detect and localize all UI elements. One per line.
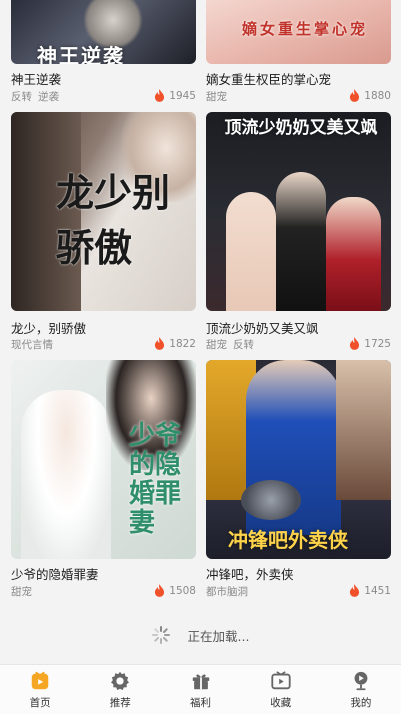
drama-card[interactable]: 神王逆袭 神王逆袭 反转 逆袭 1945 (11, 0, 196, 103)
drama-card[interactable]: 冲锋吧外卖侠 冲锋吧，外卖侠 都市脑洞 1451 (206, 360, 391, 598)
drama-tags: 甜宠 (206, 89, 233, 104)
drama-card[interactable]: 嫡女重生掌心宠 嫡女重生权臣的掌心宠 甜宠 1880 (206, 0, 391, 103)
drama-title[interactable]: 龙少，别骄傲 (11, 318, 86, 337)
flame-icon (350, 584, 360, 597)
heat-count: 1725 (349, 337, 391, 350)
tag: 现代言情 (11, 339, 53, 351)
drama-title[interactable]: 少爷的隐婚罪妻 (11, 564, 99, 583)
heat-value: 1880 (364, 89, 391, 102)
gear-icon (111, 671, 130, 691)
loading-indicator: 正在加载... (0, 622, 401, 648)
heat-value: 1451 (364, 584, 391, 597)
heat-count: 1451 (349, 584, 391, 597)
tag: 甜宠 (11, 586, 32, 598)
poster-title-art: 少爷的隐婚罪妻 (129, 421, 182, 538)
drama-tags: 都市脑洞 (206, 584, 254, 599)
drama-tags: 甜宠 反转 (206, 337, 260, 352)
tag: 反转 (11, 91, 32, 103)
drama-poster[interactable]: 嫡女重生掌心宠 (206, 0, 391, 64)
drama-card[interactable]: 顶流少奶奶又美又飒 顶流少奶奶又美又飒 甜宠 反转 1725 (206, 112, 391, 351)
poster-title-art: 冲锋吧外卖侠 (228, 528, 348, 552)
drama-title[interactable]: 嫡女重生权臣的掌心宠 (206, 69, 331, 88)
drama-poster[interactable]: 神王逆袭 (11, 0, 196, 64)
drama-title[interactable]: 冲锋吧，外卖侠 (206, 564, 294, 583)
bottom-tab-bar: 首页 推荐 福利 收藏 我的 (0, 664, 401, 714)
tab-favorites[interactable]: 收藏 (241, 665, 321, 714)
poster-title-art: 嫡女重生掌心宠 (242, 20, 369, 38)
drama-poster[interactable]: 顶流少奶奶又美又飒 (206, 112, 391, 311)
drama-poster[interactable]: 龙少别骄傲 (11, 112, 196, 311)
tab-label: 福利 (190, 697, 211, 709)
poster-title-art: 神王逆袭 (37, 44, 125, 64)
flame-icon (155, 584, 165, 597)
flame-icon (350, 89, 360, 102)
drama-tags: 反转 逆袭 (11, 89, 65, 104)
tab-welfare[interactable]: 福利 (160, 665, 240, 714)
drama-card[interactable]: 少爷的隐婚罪妻 少爷的隐婚罪妻 甜宠 1508 (11, 360, 196, 598)
drama-title[interactable]: 顶流少奶奶又美又飒 (206, 318, 319, 337)
drama-card[interactable]: 龙少别骄傲 龙少，别骄傲 现代言情 1822 (11, 112, 196, 351)
poster-title-art: 顶流少奶奶又美又飒 (224, 118, 378, 138)
tab-profile[interactable]: 我的 (321, 665, 401, 714)
tab-label: 我的 (350, 697, 372, 709)
tag: 甜宠 (206, 91, 227, 103)
heat-count: 1945 (154, 89, 196, 102)
tag: 甜宠 (206, 339, 227, 351)
heat-value: 1725 (364, 337, 391, 350)
tab-label: 首页 (29, 697, 51, 709)
drama-tags: 现代言情 (11, 337, 59, 352)
heat-value: 1822 (169, 337, 196, 350)
tab-label: 推荐 (109, 697, 131, 709)
tab-home[interactable]: 首页 (0, 665, 80, 714)
tv-icon (271, 671, 291, 690)
heat-count: 1880 (349, 89, 391, 102)
drama-title[interactable]: 神王逆袭 (11, 69, 61, 88)
spinner-icon (151, 626, 170, 644)
profile-icon (354, 671, 368, 691)
loading-text: 正在加载... (187, 628, 250, 644)
flame-icon (350, 337, 360, 350)
drama-tags: 甜宠 (11, 584, 38, 599)
tab-recommend[interactable]: 推荐 (80, 665, 160, 714)
heat-value: 1945 (169, 89, 196, 102)
tag: 都市脑洞 (206, 586, 248, 598)
drama-poster[interactable]: 冲锋吧外卖侠 (206, 360, 391, 559)
drama-poster[interactable]: 少爷的隐婚罪妻 (11, 360, 196, 559)
heat-count: 1508 (154, 584, 196, 597)
tag: 逆袭 (38, 91, 59, 103)
tag: 反转 (233, 339, 254, 351)
heat-count: 1822 (154, 337, 196, 350)
gift-icon (192, 674, 209, 690)
flame-icon (155, 337, 165, 350)
poster-title-art: 龙少别骄傲 (56, 170, 171, 270)
tab-label: 收藏 (270, 697, 292, 709)
heat-value: 1508 (169, 584, 196, 597)
flame-icon (155, 89, 165, 102)
home-icon (31, 671, 49, 690)
